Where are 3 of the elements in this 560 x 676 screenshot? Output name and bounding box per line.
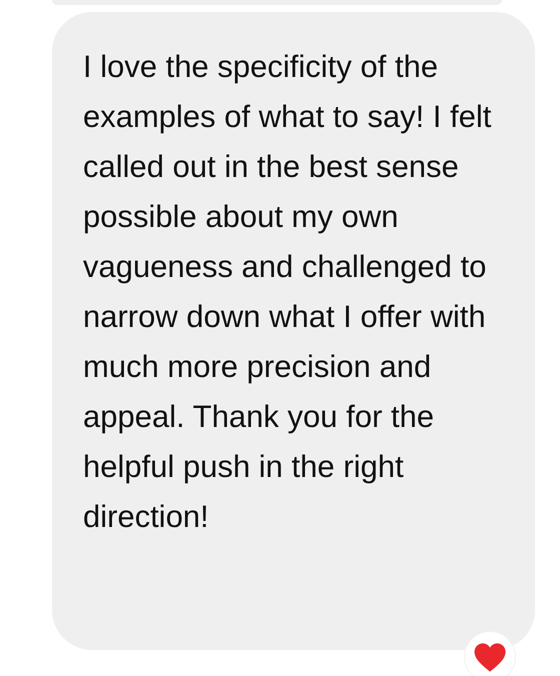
reaction-badge[interactable]	[465, 632, 515, 676]
message-text: I love the specificity of the examples of what to say! I felt called out in the best sense possible about my own vagueness and challenged to narrow down what I offer with much more precision and appeal. Thank you for the helpful push in the right direction!	[83, 48, 492, 536]
heart-icon	[473, 642, 507, 672]
